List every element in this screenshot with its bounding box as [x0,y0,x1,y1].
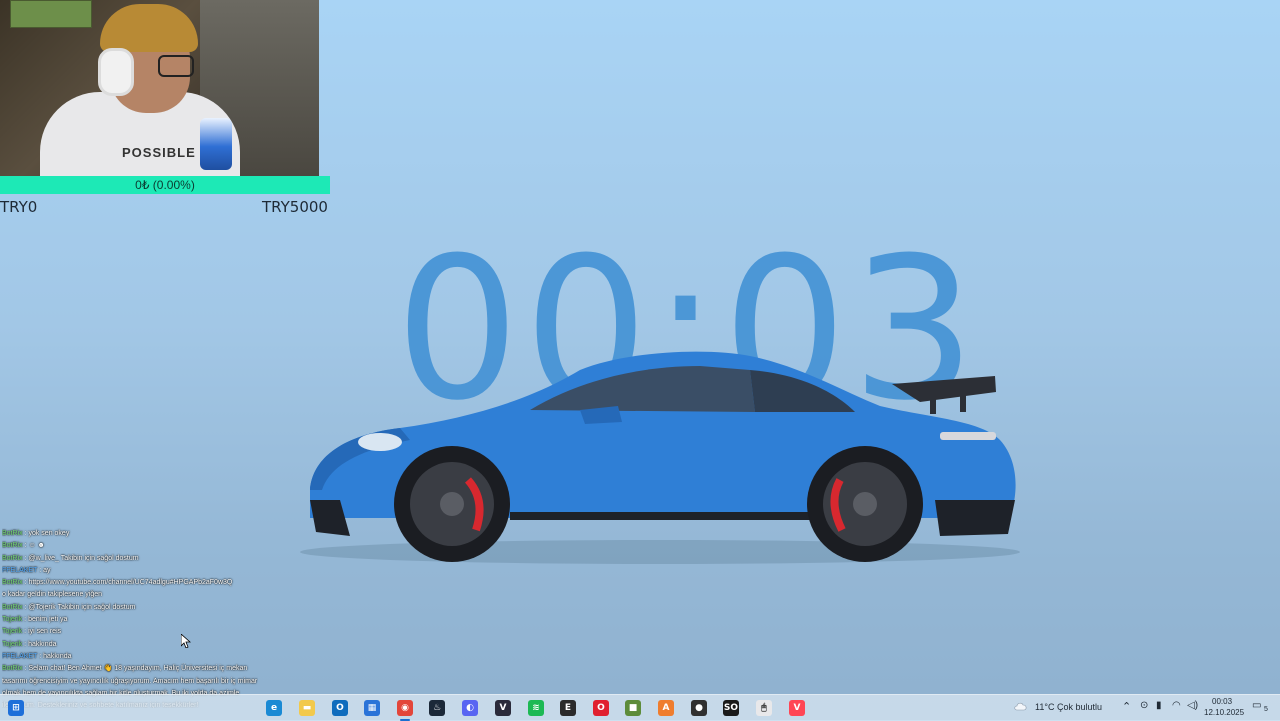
chat-text: : @Tojerik Takibin için sağol dostum [22,603,136,611]
file-explorer-icon[interactable]: ▬ [299,700,315,716]
clock-date[interactable]: 12.10.2025 [1204,708,1244,717]
weather-text[interactable]: 11°C Çok bulutlu [1035,702,1102,712]
chat-username: Tojerik [2,616,23,624]
chat-text: : @w_live_ Takibin için sağol dostum [22,554,139,562]
steam-icon[interactable]: ♨ [429,700,445,716]
donation-min-label: TRY0 [0,198,38,216]
spotify-icon[interactable]: ≋ [528,700,544,716]
chat-text: : https://www.youtube.com/channel/UC74ad… [22,579,233,587]
webcam-cup [200,118,232,170]
headphone-icon [98,48,134,96]
notification-count: 5 [1264,706,1268,713]
car-wallpaper-image [300,351,1020,564]
wifi-icon[interactable]: ◠ [1172,700,1181,711]
outlook-icon[interactable]: O [332,700,348,716]
mouse-app-icon[interactable]: 🖱 [756,700,772,716]
store-icon[interactable]: ▦ [364,700,380,716]
chat-text: : benim jeti ya [22,616,68,624]
chat-username: BotRix [2,554,23,562]
chat-username: BotRix [2,530,23,537]
edge-icon[interactable]: e [266,700,282,716]
discord-icon[interactable]: ◐ [462,700,478,716]
chat-message: BotRix : @w_live_ Takibin için sağol dos… [2,553,258,565]
chat-message: Tojerik : hakkında [2,639,258,651]
chat-message: BotRix : https://www.youtube.com/channel… [2,577,258,589]
chat-username: BotRix [2,542,23,550]
chat-message: FFELAKET : hakkında [2,651,258,663]
chat-text: : iyi sen reis [22,628,62,636]
chat-text: : yok sen okey [22,530,70,537]
chat-message: Tojerik : benim jeti ya [2,614,258,626]
webcam-glasses [158,55,194,77]
chat-text: : ☺ ☻ [22,542,45,550]
chat-text: : ay [37,566,51,574]
chat-text: o kadar geldin takiplesene yiğen [2,591,103,599]
webcam-beanie [100,4,198,52]
network-icon[interactable]: ⊙ [1140,700,1148,711]
valorant-icon[interactable]: V [789,700,805,716]
stream-chat: BotRix : yok sen okey BotRix : ☺ ☻ BotRix … [2,528,258,708]
mouse-cursor-icon [181,634,191,648]
start-icon[interactable]: ⊞ [8,700,24,716]
minecraft-icon[interactable]: ■ [625,700,641,716]
hoodie-text: POSSIBLE [122,145,196,160]
volume-icon[interactable]: ◁) [1187,700,1198,711]
chat-username: FFELAKET [2,566,38,574]
chrome-icon[interactable]: ◉ [397,700,413,721]
chat-username: BotRix [2,603,23,611]
notification-icon[interactable]: ▭ [1252,700,1261,711]
chat-username: BotRix [2,665,23,673]
microphone-icon[interactable]: ▮ [1156,700,1162,711]
webcam-poster [10,0,92,28]
chat-message: BotRix : ☺ ☻ [2,540,258,552]
app-so-icon[interactable]: SO [723,700,739,716]
chat-message: Tojerik : iyi sen reis [2,626,258,638]
epic-games-icon[interactable]: E [560,700,576,716]
cloud-icon [1014,702,1027,711]
chat-username: BotRix [2,579,23,587]
chevron-up-icon[interactable]: ⌃ [1122,700,1131,713]
chat-message: BotRix : @Tojerik Takibin için sağol dos… [2,602,258,614]
chat-username: FFELAKET [2,652,38,660]
donation-progress-bar: 0₺ (0.00%) [0,176,330,194]
obs-icon[interactable]: ● [691,700,707,716]
chat-text: : hakkında [22,640,57,648]
vegas-icon[interactable]: V [495,700,511,716]
chat-message: FFELAKET : ay [2,565,258,577]
opera-icon[interactable]: O [593,700,609,716]
chat-message: BotRix : yok sen okey [2,528,258,540]
webcam-feed: POSSIBLE [0,0,319,176]
chat-username: Tojerik [2,628,23,636]
donation-max-label: TRY5000 [262,198,328,216]
chat-username: Tojerik [2,640,23,648]
app-a-icon[interactable]: A [658,700,674,716]
chat-text: : hakkında [37,652,72,660]
clock-time[interactable]: 00:03 [1212,697,1232,706]
chat-message: o kadar geldin takiplesene yiğen [2,589,258,601]
